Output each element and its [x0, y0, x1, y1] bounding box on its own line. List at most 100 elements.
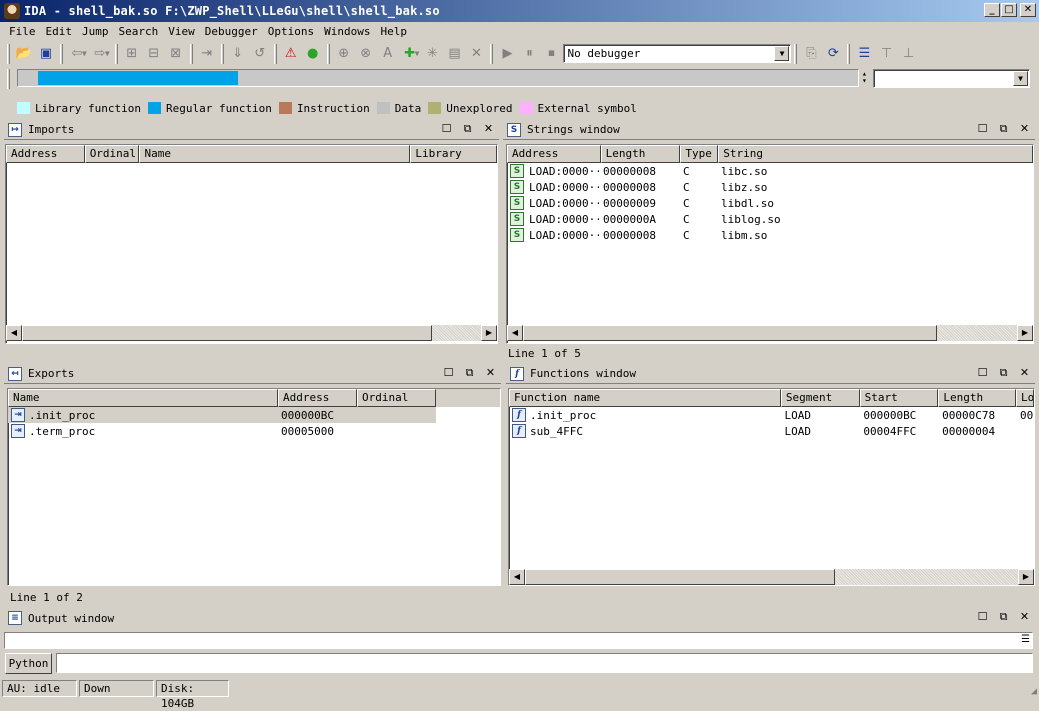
table-row[interactable]: S LOAD:0000··· 00000008 Clibc.so — [507, 163, 1033, 179]
functions-hscroll[interactable]: ◀ ▶ — [509, 569, 1034, 585]
chevron-down-icon[interactable]: ▼ — [774, 46, 790, 61]
minimize-button[interactable]: _ — [984, 3, 1000, 17]
scroll-left-icon[interactable]: ◀ — [6, 325, 22, 341]
remove-breakpoint-icon[interactable]: ⊥ — [897, 43, 919, 65]
scroll-thumb[interactable] — [523, 325, 937, 341]
chevron-down-icon[interactable]: ▼ — [415, 49, 420, 58]
chevron-down-icon[interactable]: ▼ — [1013, 71, 1028, 86]
toolbar-grip[interactable] — [7, 69, 10, 89]
col-segment[interactable]: Segment — [780, 389, 860, 407]
toolbar-grip[interactable] — [60, 43, 63, 64]
code-icon[interactable]: ⊕ — [333, 43, 355, 65]
col-address[interactable]: Address — [507, 145, 601, 163]
panel-restore-icon[interactable]: ⧉ — [997, 366, 1010, 380]
imports-list[interactable]: Address Ordinal Name Library — [5, 144, 498, 344]
toolbar-grip[interactable] — [114, 43, 118, 64]
table-row[interactable]: S LOAD:0000··· 00000008 Clibm.so — [507, 227, 1033, 243]
table-row[interactable]: S LOAD:0000··· 00000008 Clibz.so — [507, 179, 1033, 195]
open-folder-icon[interactable]: 📂 — [13, 43, 35, 65]
navigation-combo[interactable]: ▼ — [873, 69, 1030, 88]
menu-file[interactable]: File — [4, 25, 41, 38]
table-row[interactable]: ⇥ .init_proc 000000BC — [8, 407, 436, 423]
functions-list[interactable]: Function name Segment Start Length Lo f.… — [508, 388, 1035, 586]
col-address[interactable]: Address — [278, 389, 357, 407]
col-library[interactable]: Library — [410, 145, 497, 163]
table-row[interactable]: ⇥ .term_proc 00005000 — [8, 423, 436, 439]
col-type[interactable]: Type — [680, 145, 719, 163]
ida-app-icon[interactable] — [4, 3, 20, 19]
table-row[interactable]: f .init_proc LOAD 000000BC 00000C78 00 — [509, 407, 1034, 423]
panel-close-icon[interactable]: ✕ — [1018, 122, 1031, 136]
col-name[interactable]: Name — [8, 389, 278, 407]
panel-restore-icon[interactable]: ⧉ — [997, 610, 1010, 624]
strings-hscroll[interactable]: ◀ ▶ — [507, 325, 1033, 341]
toolbar-grip[interactable] — [490, 43, 494, 64]
jump-icon[interactable]: ⇥ — [196, 43, 218, 65]
scroll-track[interactable] — [937, 325, 1017, 341]
panel-float-icon[interactable]: ☐ — [442, 366, 455, 380]
menu-help[interactable]: Help — [375, 25, 412, 38]
menu-view[interactable]: View — [163, 25, 200, 38]
panel-restore-icon[interactable]: ⧉ — [461, 122, 474, 136]
maximize-button[interactable]: □ — [1001, 3, 1017, 17]
scroll-left-icon[interactable]: ◀ — [509, 569, 525, 585]
immediate-search-icon[interactable]: ⊠ — [165, 43, 187, 65]
col-ordinal[interactable]: Ordinal — [357, 389, 436, 407]
down-arrow-icon[interactable]: ⇓ — [227, 43, 249, 65]
close-button[interactable]: ✕ — [1020, 3, 1036, 17]
scroll-right-icon[interactable]: ▶ — [1017, 325, 1033, 341]
panel-close-icon[interactable]: ✕ — [484, 366, 497, 380]
imports-hscroll[interactable]: ◀ ▶ — [6, 325, 497, 341]
scroll-left-icon[interactable]: ◀ — [507, 325, 523, 341]
refresh-icon[interactable]: ⟳ — [822, 43, 844, 65]
toolbar-grip[interactable] — [847, 43, 851, 64]
col-function-name[interactable]: Function name — [509, 389, 781, 407]
panel-close-icon[interactable]: ✕ — [482, 122, 495, 136]
data-icon[interactable]: ⊗ — [355, 43, 377, 65]
attach-icon[interactable]: ⎘ — [800, 43, 822, 65]
python-button[interactable]: Python — [5, 653, 52, 674]
menu-jump[interactable]: Jump — [77, 25, 114, 38]
string-icon[interactable]: A — [377, 43, 399, 65]
scroll-track[interactable] — [835, 569, 1018, 585]
scroll-right-icon[interactable]: ▶ — [481, 325, 497, 341]
col-address[interactable]: Address — [6, 145, 85, 163]
table-row[interactable]: S LOAD:0000··· 00000009 Clibdl.so — [507, 195, 1033, 211]
col-length[interactable]: Length — [600, 145, 681, 163]
toolbar-grip[interactable] — [326, 43, 330, 64]
panel-float-icon[interactable]: ☐ — [440, 122, 453, 136]
scroll-track[interactable] — [432, 325, 481, 341]
menu-edit[interactable]: Edit — [41, 25, 78, 38]
col-string[interactable]: String — [718, 145, 1033, 163]
toolbar-grip[interactable] — [794, 43, 798, 64]
panel-close-icon[interactable]: ✕ — [1018, 610, 1031, 624]
panel-float-icon[interactable]: ☐ — [976, 122, 989, 136]
menu-options[interactable]: Options — [263, 25, 319, 38]
debugger-select[interactable]: No debugger ▼ — [563, 44, 792, 63]
command-input[interactable] — [56, 653, 1033, 673]
table-row[interactable]: S LOAD:0000··· 0000000A Cliblog.so — [507, 211, 1033, 227]
add-breakpoint-icon[interactable]: ⊤ — [875, 43, 897, 65]
col-name[interactable]: Name — [139, 145, 411, 163]
strings-list[interactable]: Address Length Type String S LOAD:0000···… — [506, 144, 1034, 344]
play-icon[interactable]: ▶ — [496, 43, 518, 65]
stop-icon[interactable]: ⏹ — [540, 43, 562, 65]
scroll-right-icon[interactable]: ▶ — [1018, 569, 1034, 585]
save-icon[interactable]: ▣ — [35, 43, 57, 65]
panel-restore-icon[interactable]: ⧉ — [463, 366, 476, 380]
col-start[interactable]: Start — [859, 389, 939, 407]
struct-icon[interactable]: ▤ — [443, 43, 465, 65]
text-search-icon[interactable]: ⊞ — [121, 43, 143, 65]
scroll-thumb[interactable] — [22, 325, 432, 341]
toolbar-grip[interactable] — [220, 43, 224, 64]
toolbar-grip[interactable] — [7, 43, 10, 64]
toolbar-grip[interactable] — [189, 43, 193, 64]
undo-icon[interactable]: ↺ — [249, 43, 271, 65]
menu-windows[interactable]: Windows — [319, 25, 375, 38]
chevron-down-icon[interactable]: ▼ — [82, 49, 87, 58]
resize-grip-icon[interactable]: ◢ — [1031, 686, 1037, 697]
panel-close-icon[interactable]: ✕ — [1018, 366, 1031, 380]
menu-debugger[interactable]: Debugger — [200, 25, 263, 38]
panel-float-icon[interactable]: ☐ — [976, 610, 989, 624]
col-ordinal[interactable]: Ordinal — [84, 145, 140, 163]
